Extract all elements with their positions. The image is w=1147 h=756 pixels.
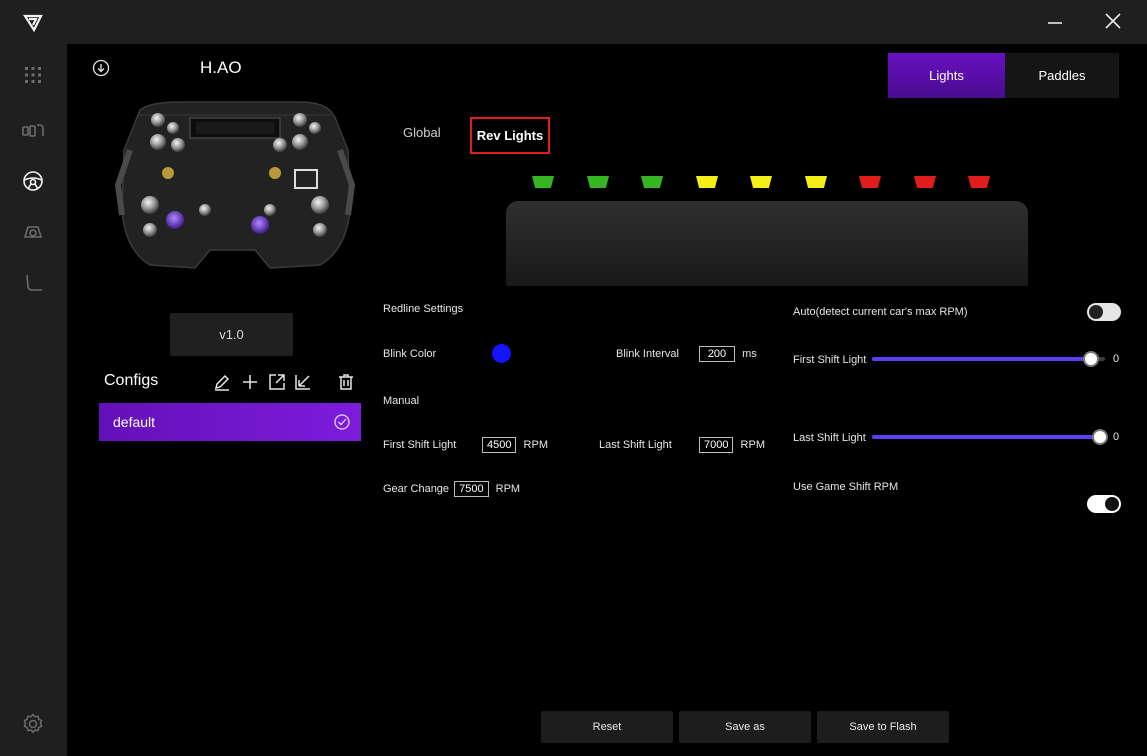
- pedals-icon[interactable]: [20, 220, 46, 246]
- rev-led[interactable]: [805, 176, 827, 188]
- left-rail: [0, 0, 67, 756]
- blink-interval-group: 200 ms: [699, 346, 757, 362]
- add-config-icon[interactable]: [240, 372, 260, 392]
- last-shift-light-input[interactable]: 7000: [699, 437, 734, 453]
- settings-gear-icon[interactable]: [21, 712, 45, 736]
- last-shift-value: 0: [1113, 431, 1120, 443]
- reset-button[interactable]: Reset: [541, 711, 673, 743]
- rev-led[interactable]: [587, 176, 609, 188]
- close-icon: [1105, 13, 1121, 29]
- rpm-unit: RPM: [495, 483, 521, 495]
- tab-paddles[interactable]: Paddles: [1005, 53, 1119, 98]
- rev-led[interactable]: [914, 176, 936, 188]
- manual-title: Manual: [383, 395, 420, 407]
- rpm-unit: RPM: [740, 439, 765, 451]
- minimize-icon: [1048, 22, 1062, 24]
- gear-change-group: Gear Change 7500 RPM: [383, 481, 520, 497]
- auto-detect-label: Auto(detect current car's max RPM): [793, 306, 968, 318]
- gear-change-input[interactable]: 7500: [454, 481, 489, 497]
- auto-detect-toggle[interactable]: [1087, 303, 1121, 321]
- rev-led[interactable]: [641, 176, 663, 188]
- last-shift-light-group: 7000 RPM: [699, 437, 765, 453]
- first-shift-light-label: First Shift Light: [383, 439, 457, 451]
- use-game-shift-toggle[interactable]: [1087, 495, 1121, 513]
- save-to-flash-button[interactable]: Save to Flash: [817, 711, 949, 743]
- tab-rev-lights[interactable]: Rev Lights: [470, 117, 550, 154]
- rpm-unit: RPM: [523, 439, 548, 451]
- configs-label: Configs: [104, 372, 159, 389]
- rev-display-panel: [506, 201, 1028, 286]
- export-config-icon[interactable]: [267, 372, 287, 392]
- use-game-shift-label: Use Game Shift RPM: [793, 481, 899, 493]
- rev-led[interactable]: [968, 176, 990, 188]
- steering-wheel-image: [110, 90, 360, 280]
- last-shift-slider-fill: [872, 435, 1100, 439]
- edit-config-icon[interactable]: [212, 372, 232, 392]
- rev-led[interactable]: [859, 176, 881, 188]
- config-item-label: default: [113, 414, 156, 430]
- gear-change-label: Gear Change: [383, 483, 450, 495]
- first-shift-light-group: 4500 RPM: [482, 437, 548, 453]
- last-shift-slider[interactable]: [872, 429, 1108, 445]
- firmware-version-button[interactable]: v1.0: [170, 313, 293, 356]
- first-shift-slider-thumb[interactable]: [1083, 351, 1099, 367]
- rev-led[interactable]: [750, 176, 772, 188]
- first-shift-slider[interactable]: [872, 351, 1105, 367]
- steering-wheel-icon[interactable]: [20, 168, 46, 194]
- tab-lights[interactable]: Lights: [888, 53, 1005, 98]
- blink-color-label: Blink Color: [383, 348, 437, 360]
- first-shift-value: 0: [1113, 353, 1120, 365]
- blink-color-swatch[interactable]: [492, 344, 511, 363]
- blink-interval-label: Blink Interval: [616, 348, 679, 360]
- selected-check-icon: [334, 414, 350, 430]
- rev-led[interactable]: [532, 176, 554, 188]
- first-shift-light-input[interactable]: 4500: [482, 437, 517, 453]
- seat-icon[interactable]: [20, 270, 46, 296]
- save-as-button[interactable]: Save as: [679, 711, 811, 743]
- config-item-default[interactable]: default: [99, 403, 361, 441]
- blink-interval-unit: ms: [742, 348, 757, 360]
- download-icon[interactable]: [92, 59, 110, 77]
- tab-global[interactable]: Global: [403, 125, 441, 140]
- close-button[interactable]: [1100, 10, 1126, 34]
- last-shift-light-label: Last Shift Light: [599, 439, 672, 451]
- last-shift-slider-thumb[interactable]: [1092, 429, 1108, 445]
- blink-interval-input[interactable]: 200: [699, 346, 735, 362]
- first-shift-slider-fill: [872, 357, 1091, 361]
- minimize-button[interactable]: [1042, 10, 1068, 34]
- app-logo-icon[interactable]: [20, 10, 46, 36]
- apps-grid-icon[interactable]: [20, 62, 46, 88]
- auto-last-shift-label: Last Shift Light: [793, 432, 866, 444]
- auto-first-shift-label: First Shift Light: [793, 354, 867, 366]
- rev-led[interactable]: [696, 176, 718, 188]
- delete-config-icon[interactable]: [336, 372, 356, 392]
- redline-settings-title: Redline Settings: [383, 303, 464, 315]
- titlebar: [67, 0, 1147, 44]
- device-name: H.AO: [200, 58, 242, 77]
- wheelbase-icon[interactable]: [20, 118, 46, 144]
- import-config-icon[interactable]: [293, 372, 313, 392]
